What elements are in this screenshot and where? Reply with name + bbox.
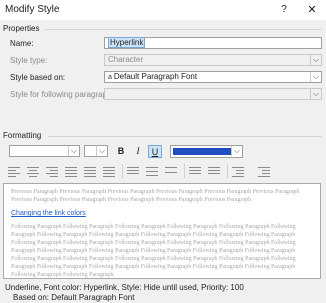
toolbar-divider [184, 164, 185, 178]
following-style-label: Style for following paragraph: [10, 90, 114, 99]
chevron-down-icon[interactable]: ⌵ [68, 146, 79, 156]
distributed-icon[interactable] [84, 165, 96, 177]
align-center-icon[interactable] [27, 165, 39, 177]
justify-icon[interactable] [65, 165, 77, 177]
toolbar-divider [122, 164, 123, 178]
paragraph-toolbar [3, 163, 323, 180]
close-button[interactable]: ✕ [305, 3, 319, 17]
space-after-icon[interactable] [208, 165, 220, 177]
following-style-dropdown: ⌵ [104, 88, 322, 100]
chevron-down-icon: ⌵ [310, 55, 321, 65]
line-spacing-double-icon[interactable] [165, 165, 177, 177]
style-based-on-value: Default Paragraph Font [113, 72, 198, 81]
description-line-1: Underline, Font color: Hyperlink, Style:… [5, 283, 244, 292]
style-preview: Previous Paragraph Previous Paragraph Pr… [3, 183, 321, 279]
align-right-icon[interactable] [46, 165, 58, 177]
description-line-2: Based on: Default Paragraph Font [13, 293, 135, 302]
formatting-divider [48, 136, 322, 137]
space-before-icon[interactable] [189, 165, 201, 177]
line-spacing-1-5-icon[interactable] [146, 165, 158, 177]
chevron-down-icon[interactable]: ⌵ [231, 146, 242, 156]
name-label: Name: [10, 39, 34, 48]
properties-divider [45, 29, 322, 30]
line-spacing-single-icon[interactable] [127, 165, 139, 177]
italic-button[interactable]: I [131, 145, 145, 158]
dialog-title: Modify Style [5, 4, 60, 15]
font-color-swatch [173, 148, 231, 155]
style-based-on-label: Style based on: [10, 73, 66, 82]
chevron-down-icon[interactable]: ⌵ [310, 72, 321, 82]
style-type-dropdown: Character ⌵ [104, 54, 322, 66]
decrease-indent-icon[interactable] [232, 165, 244, 177]
underline-label: U [151, 147, 159, 157]
style-based-on-dropdown[interactable]: a Default Paragraph Font ⌵ [104, 71, 322, 83]
sample-link-text: Changing the link colors [11, 210, 86, 217]
paragraph-style-icon: a [108, 74, 112, 81]
name-value: Hyperlink [108, 37, 146, 48]
style-type-value: Character [108, 55, 144, 64]
font-color-dropdown[interactable]: ⌵ [170, 145, 243, 158]
underline-button[interactable]: U [148, 145, 162, 158]
following-paragraph-text: Following Paragraph Following Paragraph … [11, 224, 296, 278]
name-field[interactable]: Hyperlink [104, 37, 322, 49]
style-description: Underline, Font color: Hyperlink, Style:… [5, 283, 244, 303]
chevron-down-icon: ⌵ [310, 89, 321, 99]
bold-button[interactable]: B [114, 145, 128, 158]
font-name-dropdown[interactable]: ⌵ [9, 145, 80, 157]
help-button[interactable]: ? [277, 3, 291, 17]
chevron-down-icon[interactable]: ⌵ [96, 146, 107, 156]
properties-heading: Properties [3, 24, 40, 33]
toolbar-divider [227, 164, 228, 178]
align-left-icon[interactable] [8, 165, 20, 177]
style-type-label: Style type: [10, 56, 48, 65]
increase-indent-icon[interactable] [258, 165, 270, 177]
formatting-heading: Formatting [3, 131, 42, 140]
previous-paragraph-text: Previous Paragraph Previous Paragraph Pr… [11, 189, 300, 203]
justify-low-icon[interactable] [103, 165, 115, 177]
title-bar: Modify Style ? ✕ [0, 0, 326, 20]
font-size-dropdown[interactable]: ⌵ [84, 145, 108, 157]
